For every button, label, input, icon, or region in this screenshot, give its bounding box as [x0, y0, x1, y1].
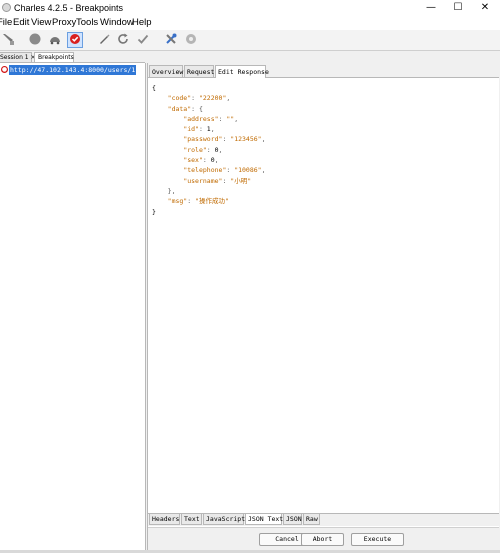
breakpoint-marker-icon: ● [1, 66, 8, 73]
menu-bar: File Edit View Proxy Tools Window Help [0, 16, 500, 30]
brush-icon[interactable] [0, 32, 16, 48]
tab-raw[interactable]: Raw [303, 514, 320, 525]
record-icon[interactable] [27, 32, 43, 48]
maximize-button[interactable]: ☐ [445, 0, 471, 16]
tab-edit-response[interactable]: Edit Response [215, 65, 269, 78]
settings-icon[interactable] [183, 32, 199, 48]
menu-window[interactable]: Window [100, 17, 134, 28]
minimize-button[interactable]: — [418, 0, 444, 16]
json-key-telephone: "telephone" [183, 166, 227, 175]
json-val-msg: "操作成功" [195, 197, 229, 206]
json-val-username: "小明" [230, 176, 252, 185]
json-key-msg: "msg" [167, 197, 188, 206]
execute-button[interactable]: Execute [351, 533, 404, 546]
request-url[interactable]: http://47.102.143.4:8000/users/1 [9, 65, 137, 75]
json-key-data: "data" [167, 104, 192, 113]
menu-edit[interactable]: Edit [13, 17, 29, 28]
structure-pane: ● http://47.102.143.4:8000/users/1 [0, 63, 146, 550]
charles-app-icon [2, 3, 11, 12]
tab-breakpoints[interactable]: Breakpoints [34, 52, 74, 62]
close-button[interactable]: ✕ [472, 0, 498, 16]
title-bar: Charles 4.2.5 - Breakpoints — ☐ ✕ [0, 0, 500, 16]
json-close-brace: } [152, 207, 156, 216]
json-text: { "code": "22200", "data": { "address": … [152, 84, 266, 216]
action-bar: Cancel Abort Execute [148, 527, 499, 550]
breakpoints-icon[interactable] [67, 32, 83, 48]
detail-tabs: Overview Request Edit Response [148, 63, 499, 78]
session-tabs: Session 1 × Breakpoints [0, 51, 145, 63]
menu-tools[interactable]: Tools [76, 17, 98, 28]
json-key-password: "password" [183, 135, 223, 144]
json-val-code: "22200" [198, 94, 227, 103]
refresh-icon[interactable] [115, 32, 131, 48]
tab-text[interactable]: Text [181, 514, 202, 525]
detail-pane: Overview Request Edit Response { "code":… [147, 63, 499, 551]
pen-icon[interactable] [96, 32, 112, 48]
menu-file[interactable]: File [0, 17, 12, 28]
tab-session-1[interactable]: Session 1 × [0, 52, 36, 62]
json-open-brace: { [152, 84, 156, 92]
throttle-icon[interactable] [47, 32, 63, 48]
tab-overview[interactable]: Overview [149, 65, 183, 77]
response-view-tabs: Headers Text JavaScript JSON Text JSON R… [148, 513, 499, 526]
json-key-id: "id" [183, 125, 199, 134]
json-key-address: "address" [183, 114, 219, 123]
tab-json[interactable]: JSON [283, 514, 302, 525]
menu-view[interactable]: View [31, 17, 51, 28]
json-key-code: "code" [167, 94, 192, 103]
toolbar [0, 30, 500, 51]
tab-json-text[interactable]: JSON Text [245, 514, 283, 525]
check-icon[interactable] [135, 32, 151, 48]
tab-javascript[interactable]: JavaScript [203, 514, 245, 525]
tab-request[interactable]: Request [184, 65, 214, 77]
menu-proxy[interactable]: Proxy [52, 17, 76, 28]
json-val-telephone: "10086" [234, 166, 262, 175]
json-key-role: "role" [183, 145, 207, 154]
json-key-sex: "sex" [183, 156, 203, 165]
abort-button[interactable]: Abort [301, 533, 344, 546]
tools-icon[interactable] [163, 32, 179, 48]
json-val-password: "123456" [230, 135, 262, 144]
json-key-username: "username" [183, 176, 223, 185]
menu-help[interactable]: Help [132, 17, 152, 28]
tab-headers[interactable]: Headers [149, 514, 180, 525]
json-editor[interactable]: { "code": "22200", "data": { "address": … [148, 78, 499, 513]
window-title: Charles 4.2.5 - Breakpoints [14, 3, 124, 13]
